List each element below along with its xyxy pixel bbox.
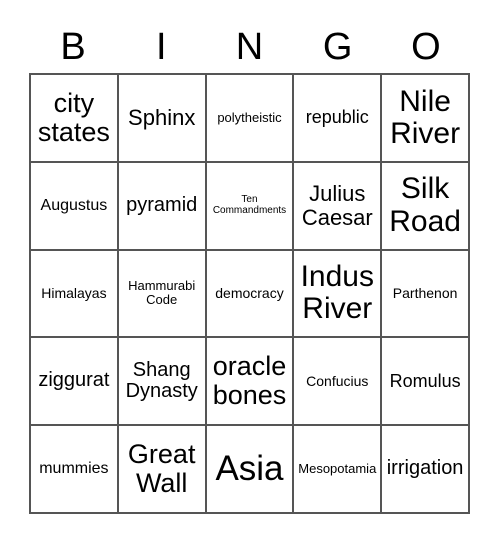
bingo-cell[interactable]: Romulus [381,337,469,426]
bingo-cell[interactable]: Shang Dynasty [117,337,206,426]
bingo-cell[interactable]: Parthenon [381,249,469,338]
bingo-cell[interactable]: Silk Road [381,161,469,250]
bingo-cell[interactable]: Asia [205,425,294,513]
bingo-cell[interactable]: Nile River [381,74,469,162]
bingo-grid: city states Sphinx polytheistic republic… [29,73,470,514]
bingo-cell[interactable]: Sphinx [117,74,206,162]
bingo-cell[interactable]: Augustus [30,161,118,250]
header-letter-g: G [322,26,353,68]
bingo-cell[interactable]: oracle bones [205,337,294,426]
bingo-cell[interactable]: ziggurat [30,337,118,426]
bingo-cell[interactable]: Ten Commandments [205,161,294,250]
bingo-cell[interactable]: city states [30,74,118,162]
bingo-cell[interactable]: Julius Caesar [293,161,382,250]
bingo-header: B I N G O [29,22,470,72]
bingo-cell[interactable]: democracy [205,249,294,338]
bingo-cell[interactable]: polytheistic [205,74,294,162]
bingo-cell[interactable]: irrigation [381,425,469,513]
bingo-cell[interactable]: Himalayas [30,249,118,338]
header-letter-o: O [411,26,441,68]
bingo-cell[interactable]: mummies [30,425,118,513]
bingo-cell[interactable]: Confucius [293,337,382,426]
bingo-cell[interactable]: Great Wall [117,425,206,513]
bingo-cell[interactable]: Hammurabi Code [117,249,206,338]
header-letter-i: I [156,26,167,68]
header-letter-b: B [60,26,86,68]
bingo-cell[interactable]: republic [293,74,382,162]
bingo-cell[interactable]: Indus River [293,249,382,338]
header-letter-n: N [235,26,264,68]
bingo-cell[interactable]: pyramid [117,161,206,250]
bingo-cell[interactable]: Mesopotamia [293,425,382,513]
